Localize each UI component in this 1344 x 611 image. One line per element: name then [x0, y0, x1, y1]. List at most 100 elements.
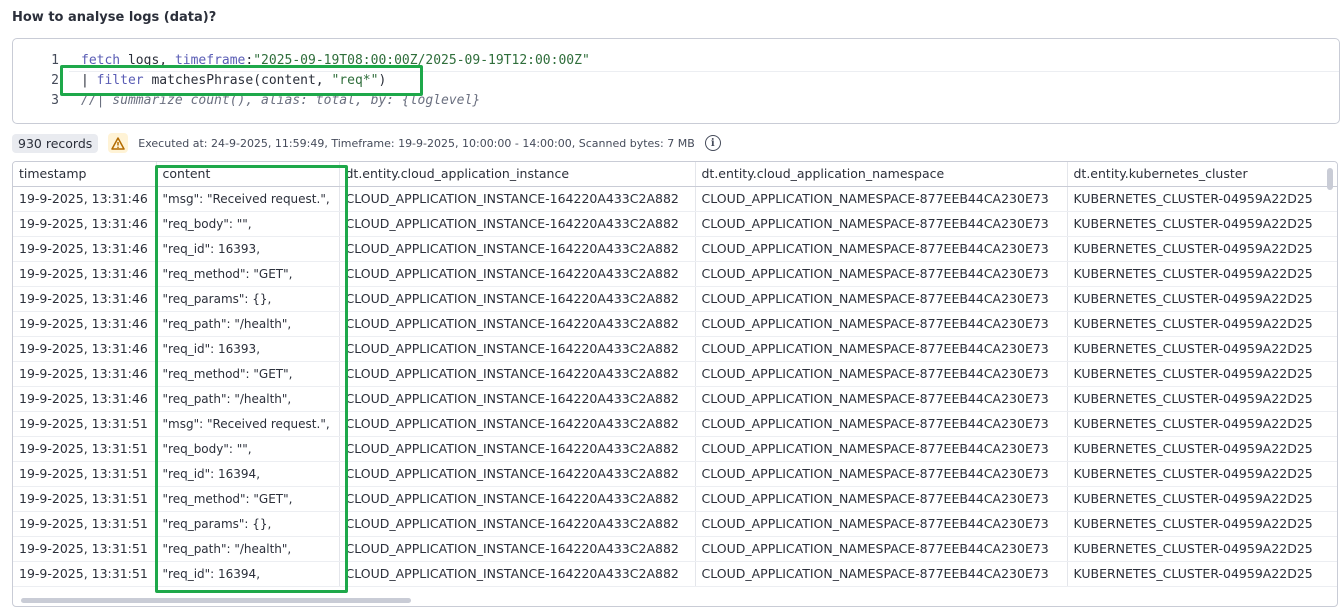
cell-cluster[interactable]: KUBERNETES_CLUSTER-04959A22D25 — [1067, 386, 1337, 412]
cell-content[interactable]: "req_method": "GET", — [156, 486, 340, 512]
table-row[interactable]: 19-9-2025, 13:31:46 "req_id": 16393, CLOUD… — [13, 236, 1337, 262]
cell-content[interactable]: "req_id": 16394, — [156, 461, 340, 487]
column-header-content[interactable]: content — [156, 162, 340, 187]
cell-instance[interactable]: CLOUD_APPLICATION_INSTANCE-164220A433C2A… — [339, 486, 696, 512]
cell-timestamp[interactable]: 19-9-2025, 13:31:51 — [13, 561, 157, 587]
cell-instance[interactable]: CLOUD_APPLICATION_INSTANCE-164220A433C2A… — [339, 436, 696, 462]
cell-namespace[interactable]: CLOUD_APPLICATION_NAMESPACE-877EEB44CA23… — [695, 211, 1068, 237]
column-header-timestamp[interactable]: timestamp — [13, 162, 157, 187]
table-row[interactable]: 19-9-2025, 13:31:46 "req_params": {}, CLOU… — [13, 286, 1337, 312]
cell-namespace[interactable]: CLOUD_APPLICATION_NAMESPACE-877EEB44CA23… — [695, 461, 1068, 487]
cell-content[interactable]: "msg": "Received request.", — [156, 411, 340, 437]
table-row[interactable]: 19-9-2025, 13:31:51 "req_id": 16394, CLOUD… — [13, 561, 1337, 587]
cell-namespace[interactable]: CLOUD_APPLICATION_NAMESPACE-877EEB44CA23… — [695, 536, 1068, 562]
cell-cluster[interactable]: KUBERNETES_CLUSTER-04959A22D25 — [1067, 411, 1337, 437]
cell-cluster[interactable]: KUBERNETES_CLUSTER-04959A22D25 — [1067, 361, 1337, 387]
cell-instance[interactable]: CLOUD_APPLICATION_INSTANCE-164220A433C2A… — [339, 536, 696, 562]
cell-namespace[interactable]: CLOUD_APPLICATION_NAMESPACE-877EEB44CA23… — [695, 511, 1068, 537]
table-row[interactable]: 19-9-2025, 13:31:46 "req_path": "/health"… — [13, 386, 1337, 412]
cell-timestamp[interactable]: 19-9-2025, 13:31:46 — [13, 311, 157, 337]
cell-namespace[interactable]: CLOUD_APPLICATION_NAMESPACE-877EEB44CA23… — [695, 486, 1068, 512]
cell-content[interactable]: "req_id": 16394, — [156, 561, 340, 587]
cell-namespace[interactable]: CLOUD_APPLICATION_NAMESPACE-877EEB44CA23… — [695, 411, 1068, 437]
cell-content[interactable]: "req_params": {}, — [156, 511, 340, 537]
cell-namespace[interactable]: CLOUD_APPLICATION_NAMESPACE-877EEB44CA23… — [695, 336, 1068, 362]
cell-timestamp[interactable]: 19-9-2025, 13:31:51 — [13, 411, 157, 437]
code-line-2[interactable]: | filter matchesPhrase(content, "req*") — [81, 73, 386, 88]
cell-content[interactable]: "req_method": "GET", — [156, 261, 340, 287]
cell-content[interactable]: "req_method": "GET", — [156, 361, 340, 387]
cell-timestamp[interactable]: 19-9-2025, 13:31:51 — [13, 436, 157, 462]
column-header-namespace[interactable]: dt.entity.cloud_application_namespace — [695, 162, 1068, 187]
cell-instance[interactable]: CLOUD_APPLICATION_INSTANCE-164220A433C2A… — [339, 511, 696, 537]
cell-instance[interactable]: CLOUD_APPLICATION_INSTANCE-164220A433C2A… — [339, 211, 696, 237]
code-line-1[interactable]: fetch logs, timeframe:"2025-09-19T08:00:… — [81, 53, 590, 68]
cell-namespace[interactable]: CLOUD_APPLICATION_NAMESPACE-877EEB44CA23… — [695, 311, 1068, 337]
cell-content[interactable]: "req_id": 16393, — [156, 336, 340, 362]
cell-instance[interactable]: CLOUD_APPLICATION_INSTANCE-164220A433C2A… — [339, 386, 696, 412]
warning-triangle-icon[interactable] — [108, 133, 129, 153]
cell-cluster[interactable]: KUBERNETES_CLUSTER-04959A22D25 — [1067, 561, 1337, 587]
cell-instance[interactable]: CLOUD_APPLICATION_INSTANCE-164220A433C2A… — [339, 361, 696, 387]
cell-namespace[interactable]: CLOUD_APPLICATION_NAMESPACE-877EEB44CA23… — [695, 186, 1068, 212]
cell-cluster[interactable]: KUBERNETES_CLUSTER-04959A22D25 — [1067, 511, 1337, 537]
cell-cluster[interactable]: KUBERNETES_CLUSTER-04959A22D25 — [1067, 336, 1337, 362]
cell-timestamp[interactable]: 19-9-2025, 13:31:46 — [13, 211, 157, 237]
query-editor[interactable]: 1 2 3 fetch logs, timeframe:"2025-09-19T… — [12, 38, 1340, 124]
cell-instance[interactable]: CLOUD_APPLICATION_INSTANCE-164220A433C2A… — [339, 461, 696, 487]
cell-instance[interactable]: CLOUD_APPLICATION_INSTANCE-164220A433C2A… — [339, 186, 696, 212]
cell-content[interactable]: "req_body": "", — [156, 436, 340, 462]
cell-namespace[interactable]: CLOUD_APPLICATION_NAMESPACE-877EEB44CA23… — [695, 436, 1068, 462]
cell-namespace[interactable]: CLOUD_APPLICATION_NAMESPACE-877EEB44CA23… — [695, 361, 1068, 387]
table-row[interactable]: 19-9-2025, 13:31:46 "req_method": "GET", C… — [13, 361, 1337, 387]
cell-content[interactable]: "req_path": "/health", — [156, 311, 340, 337]
cell-namespace[interactable]: CLOUD_APPLICATION_NAMESPACE-877EEB44CA23… — [695, 261, 1068, 287]
table-row[interactable]: 19-9-2025, 13:31:46 "msg": "Received requ… — [13, 186, 1337, 212]
table-row[interactable]: 19-9-2025, 13:31:51 "req_path": "/health"… — [13, 536, 1337, 562]
column-header-cluster[interactable]: dt.entity.kubernetes_cluster — [1067, 162, 1337, 187]
table-row[interactable]: 19-9-2025, 13:31:46 "req_id": 16393, CLOUD… — [13, 336, 1337, 362]
cell-content[interactable]: "req_path": "/health", — [156, 386, 340, 412]
vertical-scrollbar[interactable] — [1327, 168, 1333, 190]
cell-instance[interactable]: CLOUD_APPLICATION_INSTANCE-164220A433C2A… — [339, 261, 696, 287]
cell-cluster[interactable]: KUBERNETES_CLUSTER-04959A22D25 — [1067, 461, 1337, 487]
cell-content[interactable]: "req_params": {}, — [156, 286, 340, 312]
cell-content[interactable]: "req_id": 16393, — [156, 236, 340, 262]
info-icon[interactable]: i — [704, 135, 721, 151]
table-row[interactable]: 19-9-2025, 13:31:46 "req_body": "", CLOUD_… — [13, 211, 1337, 237]
cell-cluster[interactable]: KUBERNETES_CLUSTER-04959A22D25 — [1067, 236, 1337, 262]
code-area[interactable]: fetch logs, timeframe:"2025-09-19T08:00:… — [69, 39, 1339, 123]
cell-timestamp[interactable]: 19-9-2025, 13:31:46 — [13, 286, 157, 312]
cell-content[interactable]: "req_body": "", — [156, 211, 340, 237]
cell-cluster[interactable]: KUBERNETES_CLUSTER-04959A22D25 — [1067, 536, 1337, 562]
cell-namespace[interactable]: CLOUD_APPLICATION_NAMESPACE-877EEB44CA23… — [695, 386, 1068, 412]
horizontal-scrollbar[interactable] — [21, 598, 411, 603]
cell-timestamp[interactable]: 19-9-2025, 13:31:46 — [13, 386, 157, 412]
cell-instance[interactable]: CLOUD_APPLICATION_INSTANCE-164220A433C2A… — [339, 336, 696, 362]
cell-timestamp[interactable]: 19-9-2025, 13:31:46 — [13, 336, 157, 362]
table-row[interactable]: 19-9-2025, 13:31:51 "req_params": {}, CLOU… — [13, 511, 1337, 537]
cell-cluster[interactable]: KUBERNETES_CLUSTER-04959A22D25 — [1067, 186, 1337, 212]
table-row[interactable]: 19-9-2025, 13:31:46 "req_path": "/health"… — [13, 311, 1337, 337]
table-row[interactable]: 19-9-2025, 13:31:51 "req_id": 16394, CLOUD… — [13, 461, 1337, 487]
cell-timestamp[interactable]: 19-9-2025, 13:31:51 — [13, 536, 157, 562]
table-row[interactable]: 19-9-2025, 13:31:46 "req_method": "GET", C… — [13, 261, 1337, 287]
cell-timestamp[interactable]: 19-9-2025, 13:31:46 — [13, 361, 157, 387]
cell-instance[interactable]: CLOUD_APPLICATION_INSTANCE-164220A433C2A… — [339, 561, 696, 587]
cell-timestamp[interactable]: 19-9-2025, 13:31:51 — [13, 486, 157, 512]
cell-instance[interactable]: CLOUD_APPLICATION_INSTANCE-164220A433C2A… — [339, 236, 696, 262]
cell-cluster[interactable]: KUBERNETES_CLUSTER-04959A22D25 — [1067, 311, 1337, 337]
table-row[interactable]: 19-9-2025, 13:31:51 "req_method": "GET", C… — [13, 486, 1337, 512]
table-row[interactable]: 19-9-2025, 13:31:51 "req_body": "", CLOUD_… — [13, 436, 1337, 462]
cell-namespace[interactable]: CLOUD_APPLICATION_NAMESPACE-877EEB44CA23… — [695, 286, 1068, 312]
cell-instance[interactable]: CLOUD_APPLICATION_INSTANCE-164220A433C2A… — [339, 311, 696, 337]
cell-namespace[interactable]: CLOUD_APPLICATION_NAMESPACE-877EEB44CA23… — [695, 236, 1068, 262]
cell-content[interactable]: "req_path": "/health", — [156, 536, 340, 562]
code-line-3[interactable]: //| summarize count(), alias: total, by:… — [81, 93, 480, 108]
cell-cluster[interactable]: KUBERNETES_CLUSTER-04959A22D25 — [1067, 286, 1337, 312]
cell-cluster[interactable]: KUBERNETES_CLUSTER-04959A22D25 — [1067, 486, 1337, 512]
cell-timestamp[interactable]: 19-9-2025, 13:31:46 — [13, 186, 157, 212]
column-header-instance[interactable]: dt.entity.cloud_application_instance — [339, 162, 696, 187]
cell-timestamp[interactable]: 19-9-2025, 13:31:46 — [13, 261, 157, 287]
cell-cluster[interactable]: KUBERNETES_CLUSTER-04959A22D25 — [1067, 436, 1337, 462]
